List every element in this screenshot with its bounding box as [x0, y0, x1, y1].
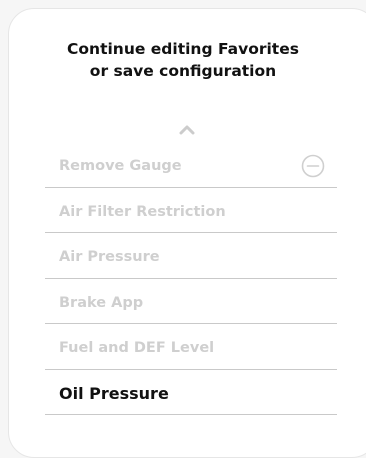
- chevron-up-icon[interactable]: [177, 123, 197, 137]
- list-item-label: Remove Gauge: [59, 158, 182, 175]
- list-item-label: Fuel and DEF Level: [59, 340, 215, 357]
- panel-title-line-1: Continue editing Favorites: [67, 40, 299, 58]
- panel-title: Continue editing Favorites or save confi…: [0, 38, 366, 82]
- list-item-label: Air Pressure: [59, 249, 160, 266]
- list-item-air-filter-restriction[interactable]: Air Filter Restriction: [45, 188, 337, 233]
- list-item-brake-app[interactable]: Brake App: [45, 279, 337, 324]
- list-item-label: Oil Pressure: [59, 384, 169, 404]
- gauge-list: Remove Gauge Air Filter Restriction Air …: [45, 142, 337, 415]
- list-item-label: Air Filter Restriction: [59, 203, 226, 220]
- list-item-label: Brake App: [59, 294, 144, 311]
- remove-circle-icon[interactable]: [301, 154, 325, 178]
- list-item-oil-pressure[interactable]: Oil Pressure: [45, 370, 337, 415]
- list-item-fuel-and-def-level[interactable]: Fuel and DEF Level: [45, 324, 337, 370]
- panel-title-line-2: or save configuration: [89, 62, 277, 80]
- list-item-air-pressure[interactable]: Air Pressure: [45, 233, 337, 279]
- list-item-remove-gauge[interactable]: Remove Gauge: [45, 142, 337, 188]
